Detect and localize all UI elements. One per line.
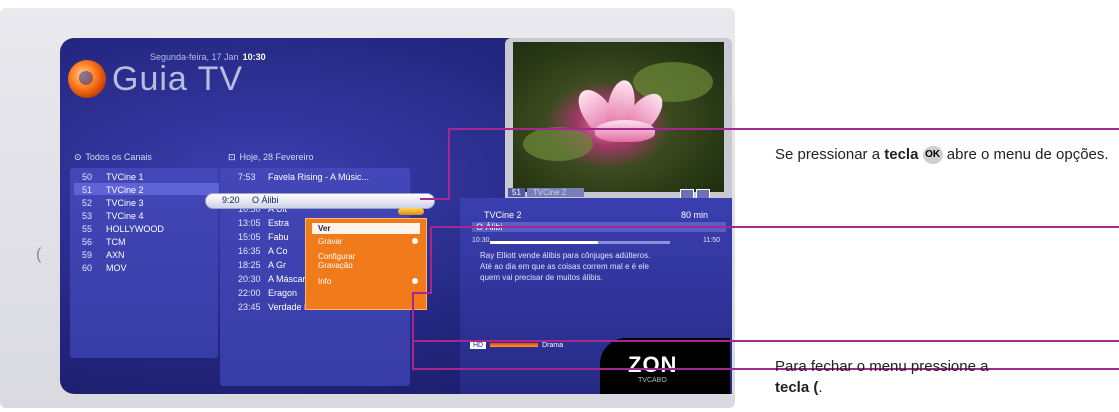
note-open-menu: Se pressionar a tecla OK abre o menu de … (775, 146, 1109, 165)
channel-item[interactable]: 52 TVCine 3 (82, 198, 144, 208)
leaf-shape (523, 127, 593, 161)
selected-program[interactable]: 9:20 O Álibi (222, 195, 279, 205)
brand-name: ZON (628, 352, 678, 377)
preview-controls[interactable] (678, 186, 724, 199)
rating-stripe (490, 343, 539, 348)
info-icon (412, 278, 418, 284)
channels-icon: ⊙ (74, 152, 82, 162)
channels-header: ⊙ Todos os Canais (74, 152, 152, 163)
program-item[interactable]: 18:25 A Gr (238, 260, 286, 270)
end-time: 11:50 (703, 237, 720, 244)
options-menu: Ver Gravar Configurar Gravação Info (305, 218, 427, 310)
channel-item-selected[interactable]: 51 TVCine 2 (82, 185, 144, 195)
ok-key-icon: OK (922, 146, 943, 165)
programs-header: ⊡ Hoje, 28 Fevereiro (228, 152, 314, 163)
program-item[interactable]: 16:35 A Co (238, 246, 288, 256)
info-tags: HD Drama (470, 342, 563, 349)
callout-line (412, 292, 432, 294)
app-title: Guia TV (112, 60, 244, 98)
progress-bar: 10:30 11:50 (464, 237, 724, 246)
petal-shape (595, 120, 655, 142)
hd-badge: HD (470, 342, 487, 349)
preview-image (513, 42, 724, 192)
program-item[interactable]: 13:05 Estra (238, 218, 289, 228)
info-channel: TVCine 2 (484, 210, 522, 220)
callout-line (448, 128, 1119, 130)
brand-logo: ZON TVCABO (600, 338, 730, 394)
brand-sub: TVCABO (638, 377, 667, 384)
menu-item-ver[interactable]: Ver (312, 223, 420, 234)
date-time: Segunda-feira, 17 Jan 10:30 (150, 52, 266, 62)
options-indicator-icon (398, 208, 424, 215)
channels-title: Todos os Canais (85, 152, 152, 162)
callout-line (448, 128, 450, 200)
progress-fill (490, 241, 598, 244)
note-close-menu: Para fechar o menu pressione a tecla (. (775, 358, 989, 396)
menu-item-gravar[interactable]: Gravar (318, 237, 342, 246)
info-duration: 80 min (680, 210, 708, 220)
callout-line (430, 226, 432, 294)
back-key-icon: ( (36, 246, 42, 263)
callout-line (412, 292, 414, 370)
info-description: Ray Elliott vende álibis para cônjuges a… (480, 251, 651, 282)
callout-line (412, 340, 1119, 342)
callout-line (420, 198, 450, 200)
menu-item-configurar-gravacao[interactable]: Configurar Gravação (318, 252, 388, 270)
channel-item[interactable]: 56 TCM (82, 237, 126, 247)
preview-window (505, 38, 732, 203)
genre-text: Drama (542, 342, 564, 349)
channel-item[interactable]: 53 TVCine 4 (82, 211, 144, 221)
start-time: 10:30 (472, 237, 490, 244)
channel-item[interactable]: 59 AXN (82, 250, 125, 260)
date-text: Segunda-feira, 17 Jan (150, 52, 239, 62)
program-item[interactable]: 15:05 Fabu (238, 232, 289, 242)
programs-title: Hoje, 28 Fevereiro (239, 152, 314, 162)
record-icon (412, 238, 418, 244)
time-text: 10:30 (242, 52, 266, 62)
calendar-icon: ⊡ (228, 152, 236, 162)
channel-item[interactable]: 50 TVCine 1 (82, 172, 144, 182)
channel-item[interactable]: 60 MOV (82, 263, 127, 273)
program-item[interactable]: 7:53 Favela Rising - A Músic... (238, 172, 369, 182)
program-item[interactable]: 22:00 Eragon (238, 288, 297, 298)
channel-item[interactable]: 55 HOLLYWOOD (82, 224, 164, 234)
menu-item-info[interactable]: Info (318, 277, 331, 286)
callout-line (430, 226, 1119, 228)
guide-logo-icon (68, 60, 106, 98)
